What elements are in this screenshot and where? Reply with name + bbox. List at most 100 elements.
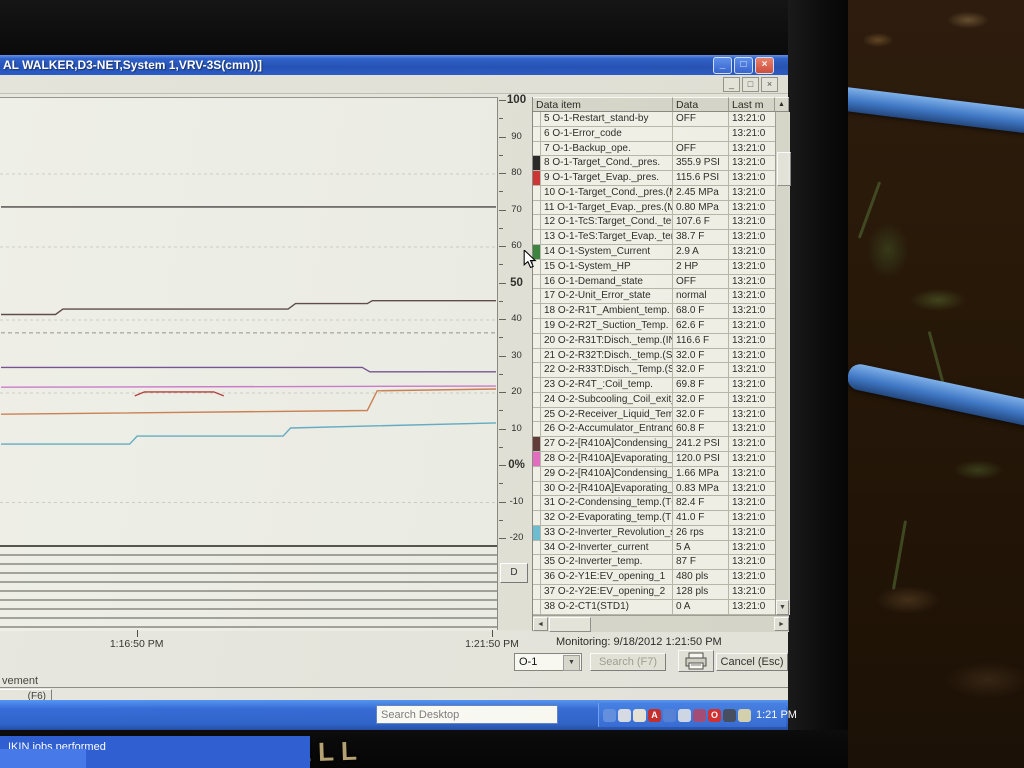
child-minimize-button[interactable]: _ [723, 77, 740, 92]
table-row[interactable]: 33 O-2-Inverter_Revolution_spe26 rps13:2… [533, 526, 775, 541]
table-row[interactable]: 30 O-2-[R410A]Evaporating_pre:0.83 MPa13… [533, 482, 775, 497]
table-row[interactable]: 26 O-2-Accumulator_Entrance_T60.8 F13:21… [533, 422, 775, 437]
search-tray-icon[interactable] [663, 709, 676, 722]
series-color-swatch [533, 482, 541, 496]
table-row[interactable]: 12 O-1-TcS:Target_Cond._temp107.6 F13:21… [533, 215, 775, 230]
table-row[interactable]: 32 O-2-Evaporating_temp.(TE)41.0 F13:21:… [533, 511, 775, 526]
table-row[interactable]: 35 O-2-Inverter_temp.87 F13:21:0 [533, 555, 775, 570]
table-row[interactable]: 20 O-2-R31T:Disch._temp.(INV)116.6 F13:2… [533, 334, 775, 349]
printer-icon [679, 651, 713, 671]
close-button[interactable]: × [755, 57, 774, 74]
system-tray: AO 1:21 PM [598, 703, 786, 727]
print-button[interactable] [678, 650, 714, 672]
last-modified-cell: 13:21:0 [729, 422, 775, 436]
last-modified-cell: 13:21:0 [729, 437, 775, 451]
player-icon[interactable] [723, 709, 736, 722]
digital-band-button[interactable]: D [500, 563, 528, 583]
column-header-data-item[interactable]: Data item [533, 97, 673, 112]
trend-chart-svg [0, 98, 497, 631]
y-tick-mark [499, 301, 503, 302]
table-row[interactable]: 9 O-1-Target_Evap._pres.115.6 PSI13:21:0 [533, 171, 775, 186]
table-row[interactable]: 6 O-1-Error_code13:21:0 [533, 127, 775, 142]
data-item-cell: 12 O-1-TcS:Target_Cond._temp [541, 215, 673, 229]
horizontal-scroll-thumb[interactable] [549, 617, 591, 632]
table-row[interactable]: 22 O-2-R33T:Disch._Temp.(STD32.0 F13:21:… [533, 363, 775, 378]
table-row[interactable]: 13 O-1-TeS:Target_Evap._temp.38.7 F13:21… [533, 230, 775, 245]
acrobat-icon[interactable]: A [648, 709, 661, 722]
table-horizontal-scrollbar[interactable]: ◄ ► [533, 615, 789, 632]
cancel-button[interactable]: Cancel (Esc) [716, 653, 788, 671]
table-row[interactable]: 31 O-2-Condensing_temp.(TC)82.4 F13:21:0 [533, 496, 775, 511]
media-status-icon[interactable] [633, 709, 646, 722]
table-row[interactable]: 38 O-2-CT1(STD1)0 A13:21:0 [533, 600, 775, 615]
data-item-cell: 5 O-1-Restart_stand-by [541, 112, 673, 126]
last-modified-cell: 13:21:0 [729, 215, 775, 229]
last-modified-cell: 13:21:0 [729, 142, 775, 156]
scroll-right-button[interactable]: ► [774, 617, 789, 631]
table-row[interactable]: 27 O-2-[R410A]Condensing_pre241.2 PSI13:… [533, 437, 775, 452]
volume-muted-icon[interactable] [618, 709, 631, 722]
data-item-cell: 25 O-2-Receiver_Liquid_Temp. [541, 408, 673, 422]
data-item-cell: 18 O-2-R1T_Ambient_temp. [541, 304, 673, 318]
table-row[interactable]: 7 O-1-Backup_ope.OFF13:21:0 [533, 142, 775, 157]
table-row[interactable]: 16 O-1-Demand_stateOFF13:21:0 [533, 275, 775, 290]
table-row[interactable]: 28 O-2-[R410A]Evaporating_pre:120.0 PSI1… [533, 452, 775, 467]
table-row[interactable]: 15 O-1-System_HP2 HP13:21:0 [533, 260, 775, 275]
series-color-swatch [533, 422, 541, 436]
table-row[interactable]: 19 O-2-R2T_Suction_Temp.62.6 F13:21:0 [533, 319, 775, 334]
table-row[interactable]: 10 O-1-Target_Cond._pres.(MPa2.45 MPa13:… [533, 186, 775, 201]
table-row[interactable]: 11 O-1-Target_Evap._pres.(MPa0.80 MPa13:… [533, 201, 775, 216]
table-row[interactable]: 17 O-2-Unit_Error_statenormal13:21:0 [533, 289, 775, 304]
table-row[interactable]: 37 O-2-Y2E:EV_opening_2128 pls13:21:0 [533, 585, 775, 600]
search-desktop-input[interactable] [376, 705, 558, 724]
child-close-button[interactable]: × [761, 77, 778, 92]
chart-y-axis: 1009080706050403020100%-10-20 [497, 97, 534, 630]
table-row[interactable]: 25 O-2-Receiver_Liquid_Temp.32.0 F13:21:… [533, 408, 775, 423]
last-modified-cell: 13:21:0 [729, 186, 775, 200]
opera-icon[interactable]: O [708, 709, 721, 722]
last-modified-cell: 13:21:0 [729, 511, 775, 525]
display-settings-icon[interactable] [678, 709, 691, 722]
time-tick-label: 1:16:50 PM [95, 638, 179, 650]
data-item-cell: 20 O-2-R31T:Disch._temp.(INV) [541, 334, 673, 348]
dropdown-arrow-icon[interactable]: ▼ [563, 655, 580, 671]
minimize-button[interactable]: _ [713, 57, 732, 74]
series-color-swatch [533, 437, 541, 451]
table-row[interactable]: 18 O-2-R1T_Ambient_temp.68.0 F13:21:0 [533, 304, 775, 319]
quick-help-icon[interactable] [603, 709, 616, 722]
network-icon[interactable] [693, 709, 706, 722]
table-row[interactable]: 23 O-2-R4T_:Coil_temp.69.8 F13:21:0 [533, 378, 775, 393]
table-row[interactable]: 34 O-2-Inverter_current5 A13:21:0 [533, 541, 775, 556]
column-header-data[interactable]: Data [673, 97, 729, 112]
table-row[interactable]: 21 O-2-R32T:Disch._temp.(STD32.0 F13:21:… [533, 349, 775, 364]
table-vertical-scrollbar[interactable]: ▼ [775, 112, 790, 615]
table-row[interactable]: 24 O-2-Subcooling_Coil_exit_Te32.0 F13:2… [533, 393, 775, 408]
restore-button[interactable]: □ [734, 57, 753, 74]
last-modified-cell: 13:21:0 [729, 289, 775, 303]
column-header-last-m[interactable]: Last m [729, 97, 775, 112]
y-tick-mark [499, 118, 503, 119]
table-row[interactable]: 29 O-2-[R410A]Condensing_pre1.66 MPa13:2… [533, 467, 775, 482]
pointer-tool-icon[interactable] [738, 709, 751, 722]
y-tick-label: 40 [503, 313, 530, 324]
vertical-scroll-thumb[interactable] [777, 152, 791, 186]
sort-arrow-icon[interactable]: ▲ [775, 97, 789, 112]
data-value-cell: 107.6 F [673, 215, 729, 229]
scroll-down-button[interactable]: ▼ [776, 600, 789, 615]
search-button[interactable]: Search (F7) [590, 653, 666, 671]
child-restore-button[interactable]: □ [742, 77, 759, 92]
series-color-swatch [533, 585, 541, 599]
unit-selector-dropdown[interactable]: O-1 ▼ [514, 653, 582, 671]
scroll-left-button[interactable]: ◄ [533, 617, 548, 631]
table-row[interactable]: 14 O-1-System_Current2.9 A13:21:0 [533, 245, 775, 260]
table-row[interactable]: 5 O-1-Restart_stand-byOFF13:21:0 [533, 112, 775, 127]
table-row[interactable]: 36 O-2-Y1E:EV_opening_1480 pls13:21:0 [533, 570, 775, 585]
series-color-swatch [533, 393, 541, 407]
table-row[interactable]: 8 O-1-Target_Cond._pres.355.9 PSI13:21:0 [533, 156, 775, 171]
y-tick-label: 30 [503, 350, 530, 361]
series-color-swatch [533, 186, 541, 200]
series-color-swatch [533, 541, 541, 555]
data-value-cell: 2.45 MPa [673, 186, 729, 200]
data-value-cell: 68.0 F [673, 304, 729, 318]
data-item-cell: 24 O-2-Subcooling_Coil_exit_Te [541, 393, 673, 407]
